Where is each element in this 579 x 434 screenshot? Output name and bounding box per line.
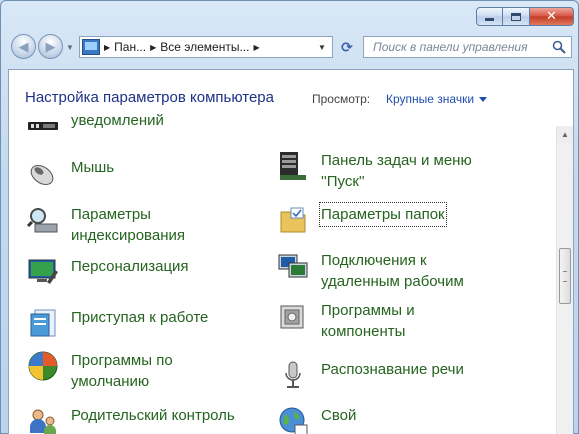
default-programs-icon — [28, 351, 58, 381]
arrow-right-icon: ▶ — [45, 38, 56, 54]
breadcrumb-control-panel[interactable]: Пан... — [114, 40, 146, 54]
address-bar[interactable]: ▶ Пан... ▶ Все элементы... ▶ ▼ — [79, 36, 333, 58]
caption-buttons: ✕ — [476, 7, 574, 27]
list-item-remote-desktop[interactable]: Подключения к удаленным рабочим — [277, 250, 477, 292]
page-title: Настройка параметров компьютера — [25, 89, 274, 106]
parental-control-icon — [30, 409, 56, 434]
view-mode-dropdown[interactable]: Крупные значки — [386, 92, 488, 106]
view-mode-value: Крупные значки — [386, 92, 475, 106]
programs-icon — [280, 305, 304, 329]
recent-pages-dropdown[interactable]: ▼ — [66, 43, 74, 52]
indexing-icon — [27, 208, 58, 233]
mouse-icon — [30, 164, 54, 186]
list-item-folder-options[interactable]: Параметры папок — [277, 202, 447, 236]
maximize-button[interactable] — [503, 7, 530, 26]
breadcrumb-separator-icon[interactable]: ▶ — [150, 43, 156, 52]
list-item-default-programs[interactable]: Программы по умолчанию — [27, 350, 227, 392]
navigation-bar: ◀ ▶ ▼ ▶ Пан... ▶ Все элементы... ▶ ▼ ⟳ — [1, 33, 579, 61]
search-box[interactable] — [363, 36, 572, 58]
scroll-up-icon[interactable]: ▲ — [557, 126, 573, 143]
globe-icon — [279, 407, 308, 434]
breadcrumb-all-items[interactable]: Все элементы... — [160, 40, 249, 54]
maximize-icon — [511, 12, 521, 21]
arrow-left-icon: ◀ — [18, 38, 29, 54]
item-label: Параметры папок — [319, 202, 447, 227]
content-pane: Настройка параметров компьютера Просмотр… — [8, 69, 574, 434]
item-label: Приступая к работе — [71, 309, 209, 326]
taskbar-icon — [280, 152, 306, 180]
breadcrumb-separator-icon[interactable]: ▶ — [253, 43, 259, 52]
personalization-icon — [28, 259, 58, 284]
list-item-speech[interactable]: Распознавание речи — [277, 359, 464, 391]
scroll-thumb[interactable] — [559, 248, 571, 304]
list-item-getting-started[interactable]: Приступая к работе — [27, 307, 208, 339]
search-icon[interactable] — [552, 40, 566, 54]
item-label: Персонализация — [71, 258, 189, 275]
folder-options-icon — [280, 207, 306, 233]
list-item-mouse[interactable]: Мышь — [27, 157, 114, 189]
minimize-button[interactable] — [476, 7, 503, 26]
getting-started-icon — [30, 309, 56, 337]
item-label: Мышь — [71, 159, 115, 176]
minimize-icon — [485, 18, 494, 21]
search-input[interactable] — [373, 40, 538, 54]
item-label: Родительский контроль — [71, 407, 235, 424]
item-label: Программы и компоненты — [321, 302, 415, 340]
list-item-programs[interactable]: Программы и компоненты — [277, 300, 477, 342]
remote-desktop-icon — [278, 254, 308, 278]
notification-icon — [28, 122, 58, 130]
close-button[interactable]: ✕ — [530, 7, 574, 26]
dropdown-arrow-icon — [479, 97, 488, 103]
item-label: Параметры индексирования — [71, 206, 185, 244]
list-item-properties[interactable]: Свой — [277, 405, 356, 434]
control-panel-icon — [82, 39, 100, 55]
close-icon: ✕ — [546, 9, 557, 24]
item-label: Свой — [321, 407, 357, 424]
speech-icon — [285, 361, 301, 388]
item-label: Панель задач и меню ''Пуск'' — [321, 152, 472, 190]
back-button[interactable]: ◀ — [11, 34, 36, 59]
vertical-scrollbar[interactable]: ▲ — [556, 126, 573, 434]
list-item-personalization[interactable]: Персонализация — [27, 256, 189, 288]
list-item-taskbar[interactable]: Панель задач и меню ''Пуск'' — [277, 150, 477, 192]
list-item-indexing[interactable]: Параметры индексирования — [27, 204, 227, 246]
list-item-parental-control[interactable]: Родительский контроль — [27, 405, 235, 434]
item-label: Программы по умолчанию — [71, 352, 173, 390]
control-panel-items: уведомлений Мышь Панель задач и меню ''П… — [9, 112, 554, 434]
window-frame: ✕ ◀ ▶ ▼ ▶ Пан... ▶ Все элементы... ▶ ▼ ⟳ — [0, 0, 579, 434]
view-label: Просмотр: — [312, 92, 371, 106]
breadcrumb-separator-icon[interactable]: ▶ — [104, 43, 110, 52]
item-label: уведомлений — [71, 112, 164, 129]
address-dropdown-icon[interactable]: ▼ — [314, 37, 330, 57]
item-label: Распознавание речи — [321, 361, 464, 378]
refresh-icon: ⟳ — [341, 38, 353, 55]
forward-button[interactable]: ▶ — [38, 34, 63, 59]
refresh-button[interactable]: ⟳ — [335, 36, 359, 58]
list-item-notifications[interactable]: уведомлений — [27, 110, 164, 142]
item-label: Подключения к удаленным рабочим — [321, 252, 464, 290]
